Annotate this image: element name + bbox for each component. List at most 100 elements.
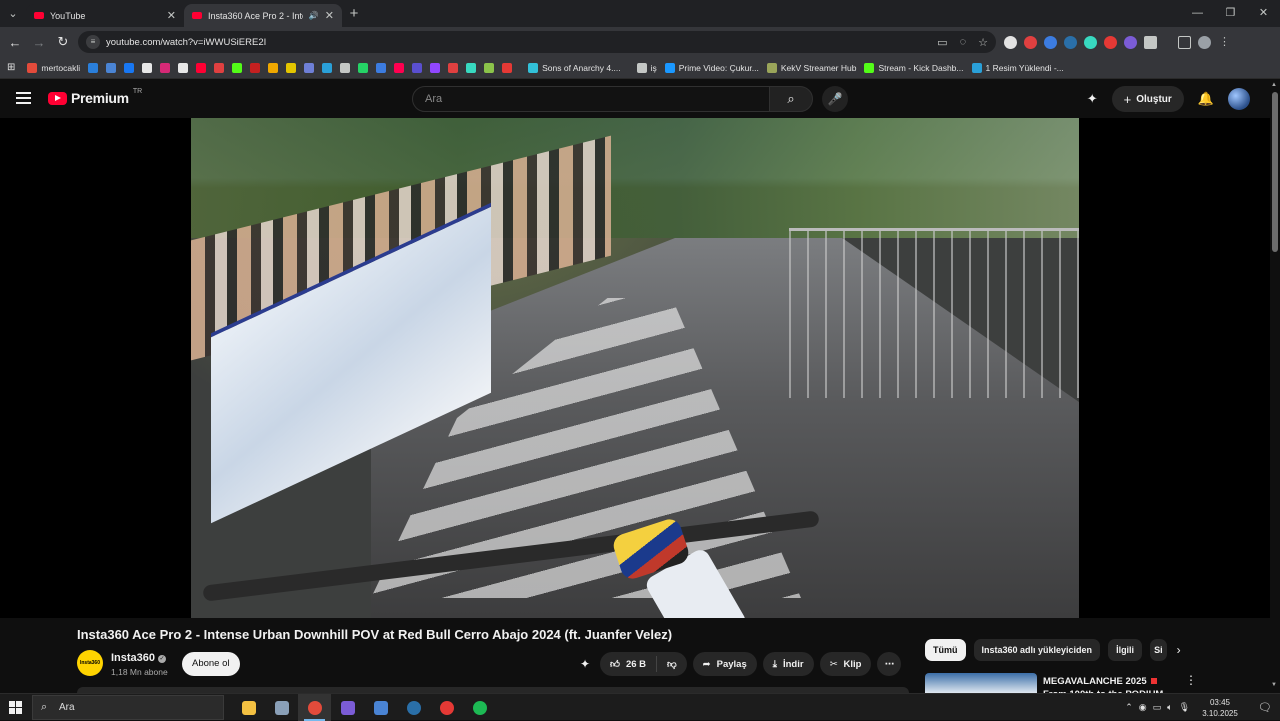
network-icon[interactable]: ▭ [1153, 702, 1162, 713]
bookmark-item[interactable]: Sons of Anarchy 4.... [528, 62, 621, 73]
taskbar-app-spotify[interactable] [463, 694, 496, 721]
close-window-icon[interactable]: ✕ [1247, 0, 1280, 27]
bookmark-item[interactable]: mertocakli [27, 62, 80, 73]
extension-icon[interactable] [1024, 35, 1037, 49]
chip-partial[interactable]: Si [1150, 639, 1167, 661]
download-button[interactable]: ⤓ İndir [762, 652, 814, 676]
eye-off-icon[interactable]: ◌ [960, 36, 967, 49]
taskbar-clock[interactable]: 03:45 3.10.2025 [1196, 697, 1244, 719]
forward-button[interactable]: → [27, 35, 51, 50]
video-frame[interactable] [191, 118, 1079, 618]
tab-youtube[interactable]: YouTube ✕ [26, 4, 184, 27]
search-input[interactable]: Ara [412, 86, 770, 112]
windows-start-icon[interactable] [9, 701, 22, 714]
extension-icon[interactable] [1104, 35, 1117, 49]
chip-related[interactable]: İlgili [1108, 639, 1143, 661]
bookmark-item[interactable] [466, 62, 477, 73]
taskbar-app-file-explorer[interactable] [232, 694, 265, 721]
subscribe-button[interactable]: Abone ol [182, 652, 240, 676]
taskbar-app-calculator[interactable] [265, 694, 298, 721]
share-button[interactable]: ➦ Paylaş [692, 652, 757, 676]
bookmark-item[interactable] [196, 62, 207, 73]
recommended-thumbnail[interactable] [925, 673, 1037, 693]
bookmark-item[interactable] [124, 62, 135, 73]
volume-icon[interactable]: 🔈︎ [1167, 702, 1172, 713]
taskbar-app-app-blue[interactable] [364, 694, 397, 721]
tab-insta360-video[interactable]: Insta360 Ace Pro 2 - Intense 🔊 ✕ [184, 4, 342, 27]
tab-search-icon[interactable]: ⌄ [0, 0, 26, 27]
bookmark-item[interactable] [322, 62, 333, 73]
scrollbar-thumb[interactable] [1272, 92, 1278, 252]
bookmark-item[interactable]: iş [636, 62, 657, 73]
bookmark-item[interactable] [178, 62, 189, 73]
taskbar-search-input[interactable]: ⌕ Ara [32, 695, 224, 720]
speaker-icon[interactable]: 🔊 [309, 11, 319, 20]
bookmark-item[interactable] [214, 62, 225, 73]
microphone-icon[interactable]: 🎙︎ [1179, 702, 1190, 713]
bookmark-item[interactable]: KekV Streamer Hub [766, 62, 856, 73]
chevron-right-icon[interactable]: › [1177, 643, 1181, 657]
dislike-button[interactable]: 👎︎ [657, 658, 687, 670]
chip-from-uploader[interactable]: Insta360 adlı yükleyiciden [973, 639, 1101, 661]
notification-center-icon[interactable]: 🗨︎ [1250, 701, 1280, 714]
chip-all[interactable]: Tümü [925, 639, 966, 661]
bookmark-item[interactable] [232, 62, 243, 73]
bookmark-item[interactable] [286, 62, 297, 73]
clip-button[interactable]: ✂ Klip [819, 652, 872, 676]
like-button[interactable]: 👍︎ 26 B [600, 656, 658, 672]
taskbar-app-steam[interactable] [397, 694, 430, 721]
menu-hamburger-icon[interactable] [16, 92, 31, 104]
extension-icon[interactable] [1044, 35, 1057, 49]
taskbar-app-app-red[interactable] [430, 694, 463, 721]
tray-chevron-up-icon[interactable]: ⌃ [1125, 702, 1133, 713]
search-button[interactable]: ⌕ [769, 86, 813, 112]
scroll-up-icon[interactable]: ▲ [1271, 82, 1277, 88]
bookmark-item[interactable] [502, 62, 513, 73]
more-vertical-icon[interactable]: ⋮ [1185, 673, 1197, 687]
bookmark-item[interactable] [142, 62, 153, 73]
apps-grid-icon[interactable]: ⊞ [7, 62, 15, 73]
chrome-menu-icon[interactable]: ⋮ [1218, 36, 1231, 49]
site-info-icon[interactable]: ≡ [86, 35, 100, 49]
reading-list-icon[interactable] [1178, 35, 1191, 49]
profile-avatar-icon[interactable] [1198, 35, 1211, 49]
scroll-down-icon[interactable]: ▼ [1271, 682, 1277, 688]
new-tab-button[interactable]: + [342, 5, 366, 22]
bookmark-item[interactable] [340, 62, 351, 73]
bookmark-star-icon[interactable]: ☆ [978, 36, 988, 49]
extension-icon[interactable] [1084, 35, 1097, 49]
extension-icon[interactable] [1124, 35, 1137, 49]
extension-icon[interactable] [1004, 35, 1017, 49]
bookmark-item[interactable] [376, 62, 387, 73]
notifications-bell-icon[interactable]: 🔔 [1198, 91, 1214, 107]
bookmark-item[interactable]: Stream - Kick Dashb... [864, 62, 964, 73]
extensions-puzzle-icon[interactable] [1144, 35, 1157, 49]
tab-close-icon[interactable]: ✕ [325, 9, 334, 22]
extension-icon[interactable] [1064, 35, 1077, 49]
account-avatar[interactable] [1228, 88, 1250, 110]
channel-avatar[interactable]: Insta360 [77, 650, 103, 676]
create-button[interactable]: + Oluştur [1111, 86, 1184, 112]
channel-name[interactable]: Insta360 ✓ [111, 652, 167, 664]
bookmark-item[interactable] [484, 62, 495, 73]
bookmark-item[interactable]: Prime Video: Çukur... [664, 62, 759, 73]
bookmark-item[interactable] [304, 62, 315, 73]
voice-search-mic-icon[interactable]: 🎤 [822, 86, 848, 112]
bookmark-item[interactable] [448, 62, 459, 73]
restore-icon[interactable]: ❐ [1214, 0, 1247, 27]
bookmark-item[interactable] [394, 62, 405, 73]
reload-button[interactable]: ↻ [51, 34, 75, 50]
cast-icon[interactable]: ▭ [937, 36, 947, 49]
back-button[interactable]: ← [3, 35, 27, 50]
bookmark-item[interactable] [268, 62, 279, 73]
bookmark-item[interactable] [88, 62, 99, 73]
address-bar[interactable]: ≡ youtube.com/watch?v=iWWUSiERE2I ▭ ◌ ☆ [78, 31, 996, 53]
more-actions-button[interactable]: ⋯ [877, 652, 902, 676]
tray-app-icon[interactable]: ◉ [1139, 702, 1147, 713]
sparkle-icon[interactable]: ✦ [1087, 91, 1098, 107]
bookmark-item[interactable]: 1 Resim Yüklendi -... [971, 62, 1064, 73]
tab-close-icon[interactable]: ✕ [167, 9, 176, 22]
bookmark-item[interactable] [412, 62, 423, 73]
bookmark-item[interactable] [358, 62, 369, 73]
taskbar-app-app-purple[interactable] [331, 694, 364, 721]
